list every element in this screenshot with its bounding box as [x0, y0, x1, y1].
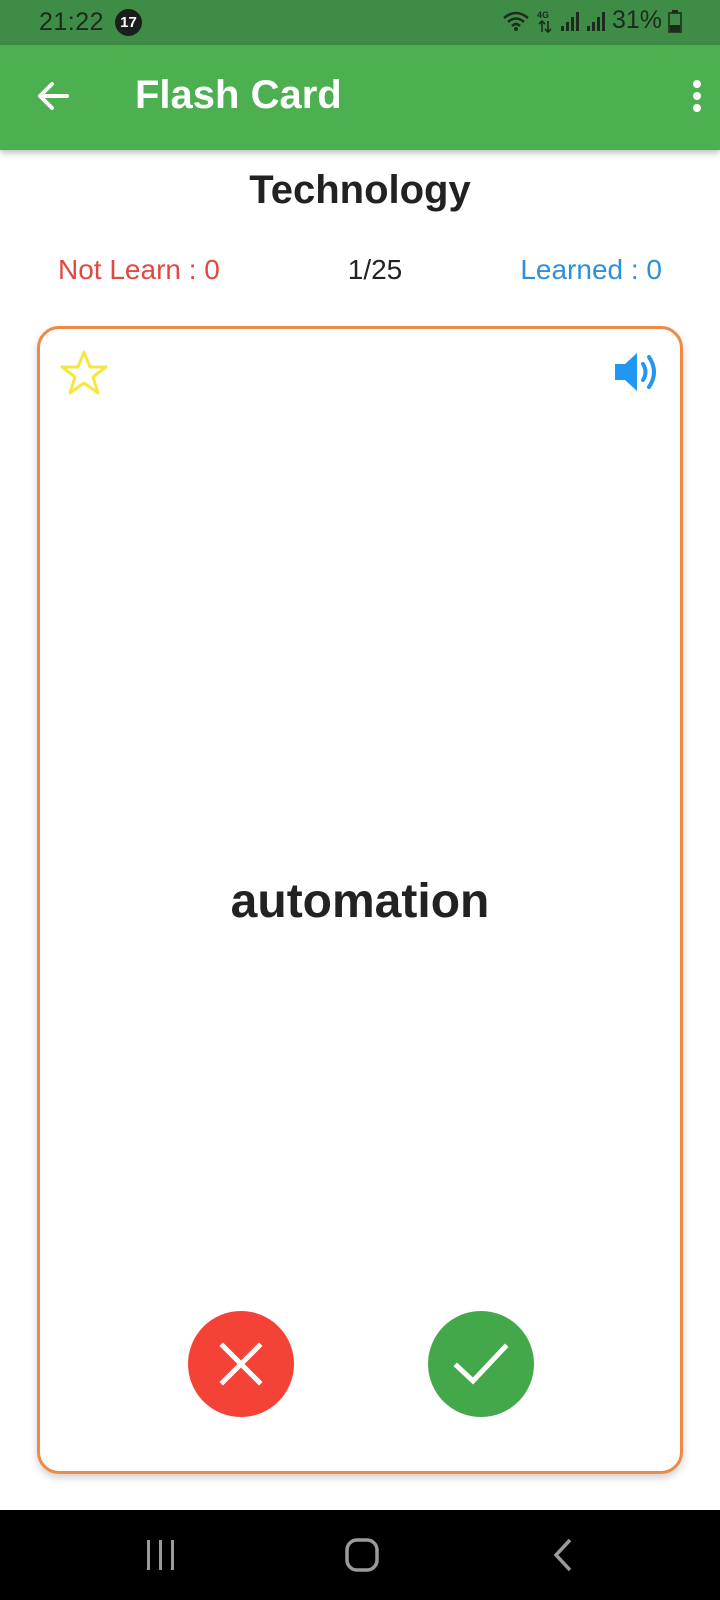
check-icon	[453, 1343, 509, 1385]
home-button[interactable]	[337, 1535, 387, 1575]
back-icon	[553, 1538, 572, 1572]
more-vert-icon	[693, 80, 701, 112]
signal-icon	[560, 11, 579, 31]
battery-percentage: 31%	[611, 6, 662, 34]
close-icon	[219, 1342, 263, 1386]
learned-count: Learned : 0	[520, 254, 662, 285]
svg-text:4G: 4G	[537, 10, 549, 20]
wifi-icon	[503, 11, 529, 31]
home-icon	[345, 1538, 379, 1572]
flash-card[interactable]: automation	[37, 326, 683, 1474]
status-icons: 4G 31%	[502, 6, 682, 35]
app-bar: Flash Card	[0, 45, 720, 150]
not-learned-button[interactable]	[188, 1311, 294, 1417]
learned-button[interactable]	[428, 1311, 534, 1417]
back-button[interactable]	[30, 73, 76, 119]
volume-up-icon	[615, 353, 656, 391]
4g-icon: 4G	[537, 10, 552, 33]
nav-back-button[interactable]	[538, 1535, 588, 1575]
battery-icon	[668, 9, 682, 33]
arrow-left-icon	[38, 82, 69, 110]
category-title: Technology	[249, 168, 471, 212]
star-outline-icon	[60, 350, 108, 395]
system-nav-bar	[0, 1510, 720, 1600]
recents-icon	[147, 1540, 174, 1570]
notification-count-badge: 17	[115, 9, 142, 36]
page-title: Flash Card	[135, 73, 342, 117]
recents-button[interactable]	[136, 1535, 186, 1575]
status-bar: 21:22 17 4G 31%	[0, 0, 720, 45]
pronounce-button[interactable]	[612, 349, 662, 395]
stats-row: Not Learn : 0 1/25 Learned : 0	[0, 254, 720, 290]
signal-icon	[586, 11, 605, 31]
overflow-menu-button[interactable]	[682, 73, 712, 119]
favorite-button[interactable]	[60, 349, 108, 397]
card-word: automation	[230, 875, 490, 928]
status-time: 21:22	[39, 8, 105, 36]
